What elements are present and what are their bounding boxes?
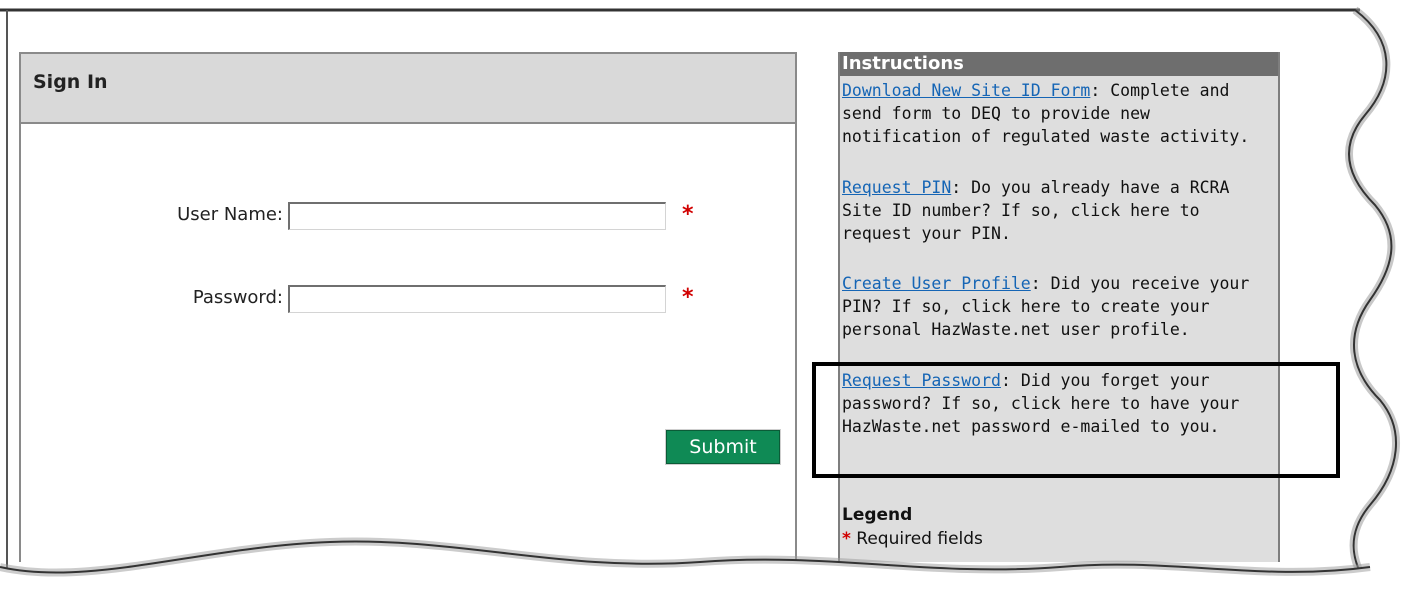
request-password-link[interactable]: Request Password: [842, 371, 1001, 390]
request-pin-link[interactable]: Request PIN: [842, 178, 951, 197]
instructions-panel: Instructions Download New Site ID Form: …: [838, 52, 1280, 562]
username-input[interactable]: [288, 202, 666, 230]
sign-in-panel: Sign In User Name: * Password: * Submit: [19, 52, 797, 562]
username-label: User Name:: [177, 204, 283, 225]
instruction-item: Request PIN: Do you already have a RCRA …: [842, 176, 1276, 245]
submit-button[interactable]: Submit: [665, 429, 781, 465]
sign-in-header: Sign In: [21, 54, 795, 124]
password-label: Password:: [192, 287, 283, 308]
instructions-header: Instructions: [840, 52, 1278, 76]
screenshot: Sign In User Name: * Password: * Submit …: [0, 0, 1408, 607]
instruction-item: Request Password: Did you forget your pa…: [842, 369, 1276, 438]
password-required-icon: *: [682, 285, 694, 310]
password-input[interactable]: [288, 285, 666, 313]
username-required-icon: *: [682, 202, 694, 227]
instruction-item: Create User Profile: Did you receive you…: [842, 272, 1276, 341]
create-user-profile-link[interactable]: Create User Profile: [842, 274, 1031, 293]
instruction-item: Download New Site ID Form: Complete and …: [842, 79, 1276, 148]
download-site-id-form-link[interactable]: Download New Site ID Form: [842, 81, 1090, 100]
sign-in-title: Sign In: [33, 71, 108, 93]
torn-bottom-edge: [0, 537, 1408, 607]
